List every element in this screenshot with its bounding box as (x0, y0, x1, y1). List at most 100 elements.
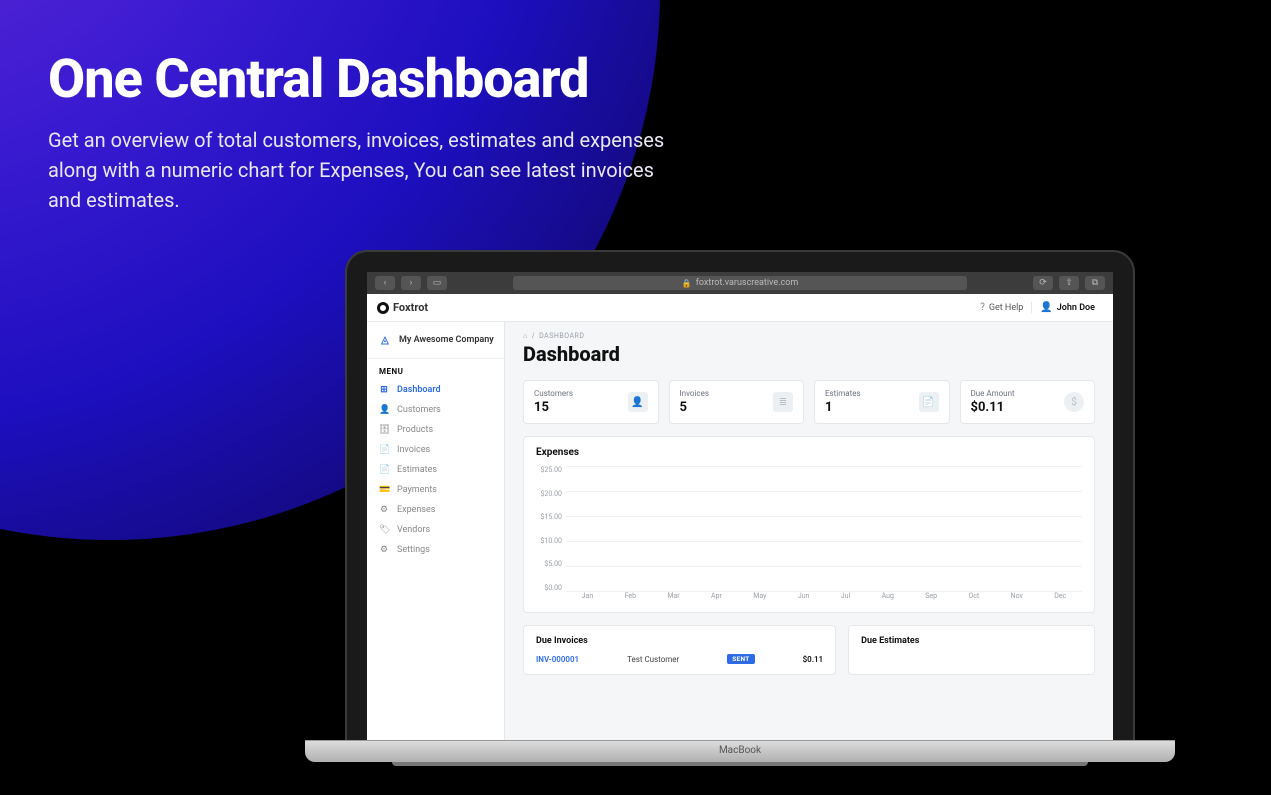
chart-area: $25.00 $20.00 $15.00 $10.00 $5.00 $0.00 Jan Fe… (536, 466, 1082, 606)
stat-icon: 👤 (628, 392, 648, 412)
invoice-amount: $0.11 (803, 655, 824, 664)
x-tick: Nov (1011, 592, 1023, 606)
stat-icon: $ (1064, 392, 1084, 412)
stat-card-invoices[interactable]: Invoices5≣ (669, 380, 805, 424)
stat-label: Estimates (825, 389, 861, 398)
sidebar-item-products[interactable]: 🗄Products (367, 420, 504, 440)
stat-card-customers[interactable]: Customers15👤 (523, 380, 659, 424)
browser-chrome: ‹ › ▭ 🔒 foxtrot.varuscreative.com ⟳ ⇧ ⧉ (367, 272, 1113, 294)
stat-value: $0.11 (971, 400, 1015, 415)
x-tick: Feb (625, 592, 636, 606)
sidebar-item-label: Invoices (397, 445, 430, 455)
x-tick: Dec (1054, 592, 1066, 606)
stat-icon: ≣ (773, 392, 793, 412)
sidebar-item-expenses[interactable]: ⚙Expenses (367, 500, 504, 520)
menu-header: MENU (367, 359, 504, 380)
help-icon: ? (980, 302, 985, 313)
invoice-status-badge: SENT (727, 654, 754, 664)
sidebar-item-label: Settings (397, 545, 430, 555)
y-tick: $10.00 (536, 537, 562, 545)
payments-icon: 💳 (379, 485, 389, 495)
x-tick: Aug (882, 592, 894, 606)
x-tick: Sep (925, 592, 937, 606)
x-tick: Mar (667, 592, 679, 606)
app-logo[interactable]: Foxtrot (377, 301, 428, 314)
y-tick: $20.00 (536, 490, 562, 498)
y-tick: $0.00 (536, 584, 562, 592)
due-estimates-card: Due Estimates (848, 625, 1095, 675)
sidebar: ◬ My Awesome Company MENU ⊞ Dashboard 👤 Cus… (367, 322, 505, 740)
settings-icon: ⚙ (379, 545, 389, 555)
sidebar-item-label: Customers (397, 405, 441, 415)
products-icon: 🗄 (379, 425, 389, 435)
x-tick: Jun (798, 592, 810, 606)
hero-title: One Central Dashboard (48, 48, 688, 111)
app-header: Foxtrot ? Get Help 👤 John Doe (367, 294, 1113, 322)
chart-bars (566, 466, 1082, 592)
app-logo-text: Foxtrot (393, 301, 428, 314)
stat-value: 1 (825, 400, 861, 415)
x-tick: Jan (582, 592, 594, 606)
app-body: ◬ My Awesome Company MENU ⊞Dashboard👤Cus… (367, 322, 1113, 740)
browser-reload-button[interactable]: ⟳ (1033, 276, 1053, 290)
x-tick: Jul (841, 592, 850, 606)
sidebar-item-label: Dashboard (397, 385, 441, 395)
due-invoices-card: Due Invoices INV-000001Test CustomerSENT… (523, 625, 836, 675)
browser-url-text: foxtrot.varuscreative.com (696, 278, 799, 288)
expenses-icon: ⚙ (379, 505, 389, 515)
user-icon: 👤 (1040, 302, 1052, 313)
stat-card-due-amount[interactable]: Due Amount$0.11$ (960, 380, 1096, 424)
browser-url-bar[interactable]: 🔒 foxtrot.varuscreative.com (513, 276, 967, 290)
estimates-icon: 📄 (379, 465, 389, 475)
x-tick: May (753, 592, 766, 606)
sidebar-item-label: Payments (397, 485, 437, 495)
company-logo-icon: ◬ (377, 332, 393, 348)
user-menu[interactable]: 👤 John Doe (1031, 302, 1103, 313)
sidebar-item-invoices[interactable]: 📄 Invoices (367, 440, 504, 460)
lock-icon: 🔒 (682, 279, 692, 288)
breadcrumb: ⌂ / DASHBOARD (523, 332, 1095, 340)
invoices-icon: 📄 (379, 445, 389, 455)
get-help-button[interactable]: ? Get Help (972, 302, 1031, 313)
sidebar-item-settings[interactable]: ⚙ Settings (367, 540, 504, 560)
browser-forward-button[interactable]: › (401, 276, 421, 290)
hero-copy: One Central Dashboard Get an overview of… (48, 48, 688, 215)
stat-value: 5 (680, 400, 709, 415)
sidebar-item-label: Estimates (397, 465, 437, 475)
invoice-row[interactable]: INV-000001Test CustomerSENT$0.11 (536, 654, 823, 664)
stats-row: Customers15👤Invoices5≣Estimates1📄Due Amo… (523, 380, 1095, 424)
chart-y-axis: $25.00 $20.00 $15.00 $10.00 $5.00 $0.00 (536, 466, 566, 606)
y-tick: $5.00 (536, 560, 562, 568)
browser-window: ‹ › ▭ 🔒 foxtrot.varuscreative.com ⟳ ⇧ ⧉ … (367, 272, 1113, 740)
get-help-label: Get Help (989, 303, 1024, 313)
sidebar-item-vendors[interactable]: 🏷Vendors (367, 520, 504, 540)
hero-subtitle: Get an overview of total customers, invo… (48, 125, 688, 215)
sidebar-item-customers[interactable]: 👤 Customers (367, 400, 504, 420)
dashboard-icon: ⊞ (379, 385, 389, 395)
macbook-mockup: ‹ › ▭ 🔒 foxtrot.varuscreative.com ⟳ ⇧ ⧉ … (345, 250, 1175, 762)
browser-share-button[interactable]: ⇧ (1059, 276, 1079, 290)
sidebar-item-dashboard[interactable]: ⊞ Dashboard (367, 380, 504, 400)
sidebar-item-label: Vendors (397, 525, 430, 535)
invoice-id[interactable]: INV-000001 (536, 655, 579, 664)
sidebar-item-estimates[interactable]: 📄 Estimates (367, 460, 504, 480)
y-tick: $15.00 (536, 513, 562, 521)
macbook-label: MacBook (719, 745, 761, 756)
stat-card-estimates[interactable]: Estimates 1 📄 (814, 380, 950, 424)
home-icon[interactable]: ⌂ (523, 332, 528, 340)
sidebar-item-payments[interactable]: 💳 Payments (367, 480, 504, 500)
user-name: John Doe (1057, 303, 1095, 313)
company-selector[interactable]: ◬ My Awesome Company (367, 322, 504, 359)
app-logo-icon (377, 302, 389, 314)
breadcrumb-label: DASHBOARD (539, 332, 584, 340)
customers-icon: 👤 (379, 405, 389, 415)
browser-tabs-button[interactable]: ⧉ (1085, 276, 1105, 290)
breadcrumb-sep: / (532, 332, 535, 340)
stat-icon: 📄 (919, 392, 939, 412)
browser-sidebar-button[interactable]: ▭ (427, 276, 447, 290)
y-tick: $25.00 (536, 466, 562, 474)
chart-plot: JanFebMarAprMayJunJulAugSepOctNovDec (566, 466, 1082, 606)
expenses-chart-card: Expenses $25.00$20.00$15.00$10.00$5.00$0… (523, 436, 1095, 613)
browser-back-button[interactable]: ‹ (375, 276, 395, 290)
due-invoices-title: Due Invoices (536, 636, 823, 646)
